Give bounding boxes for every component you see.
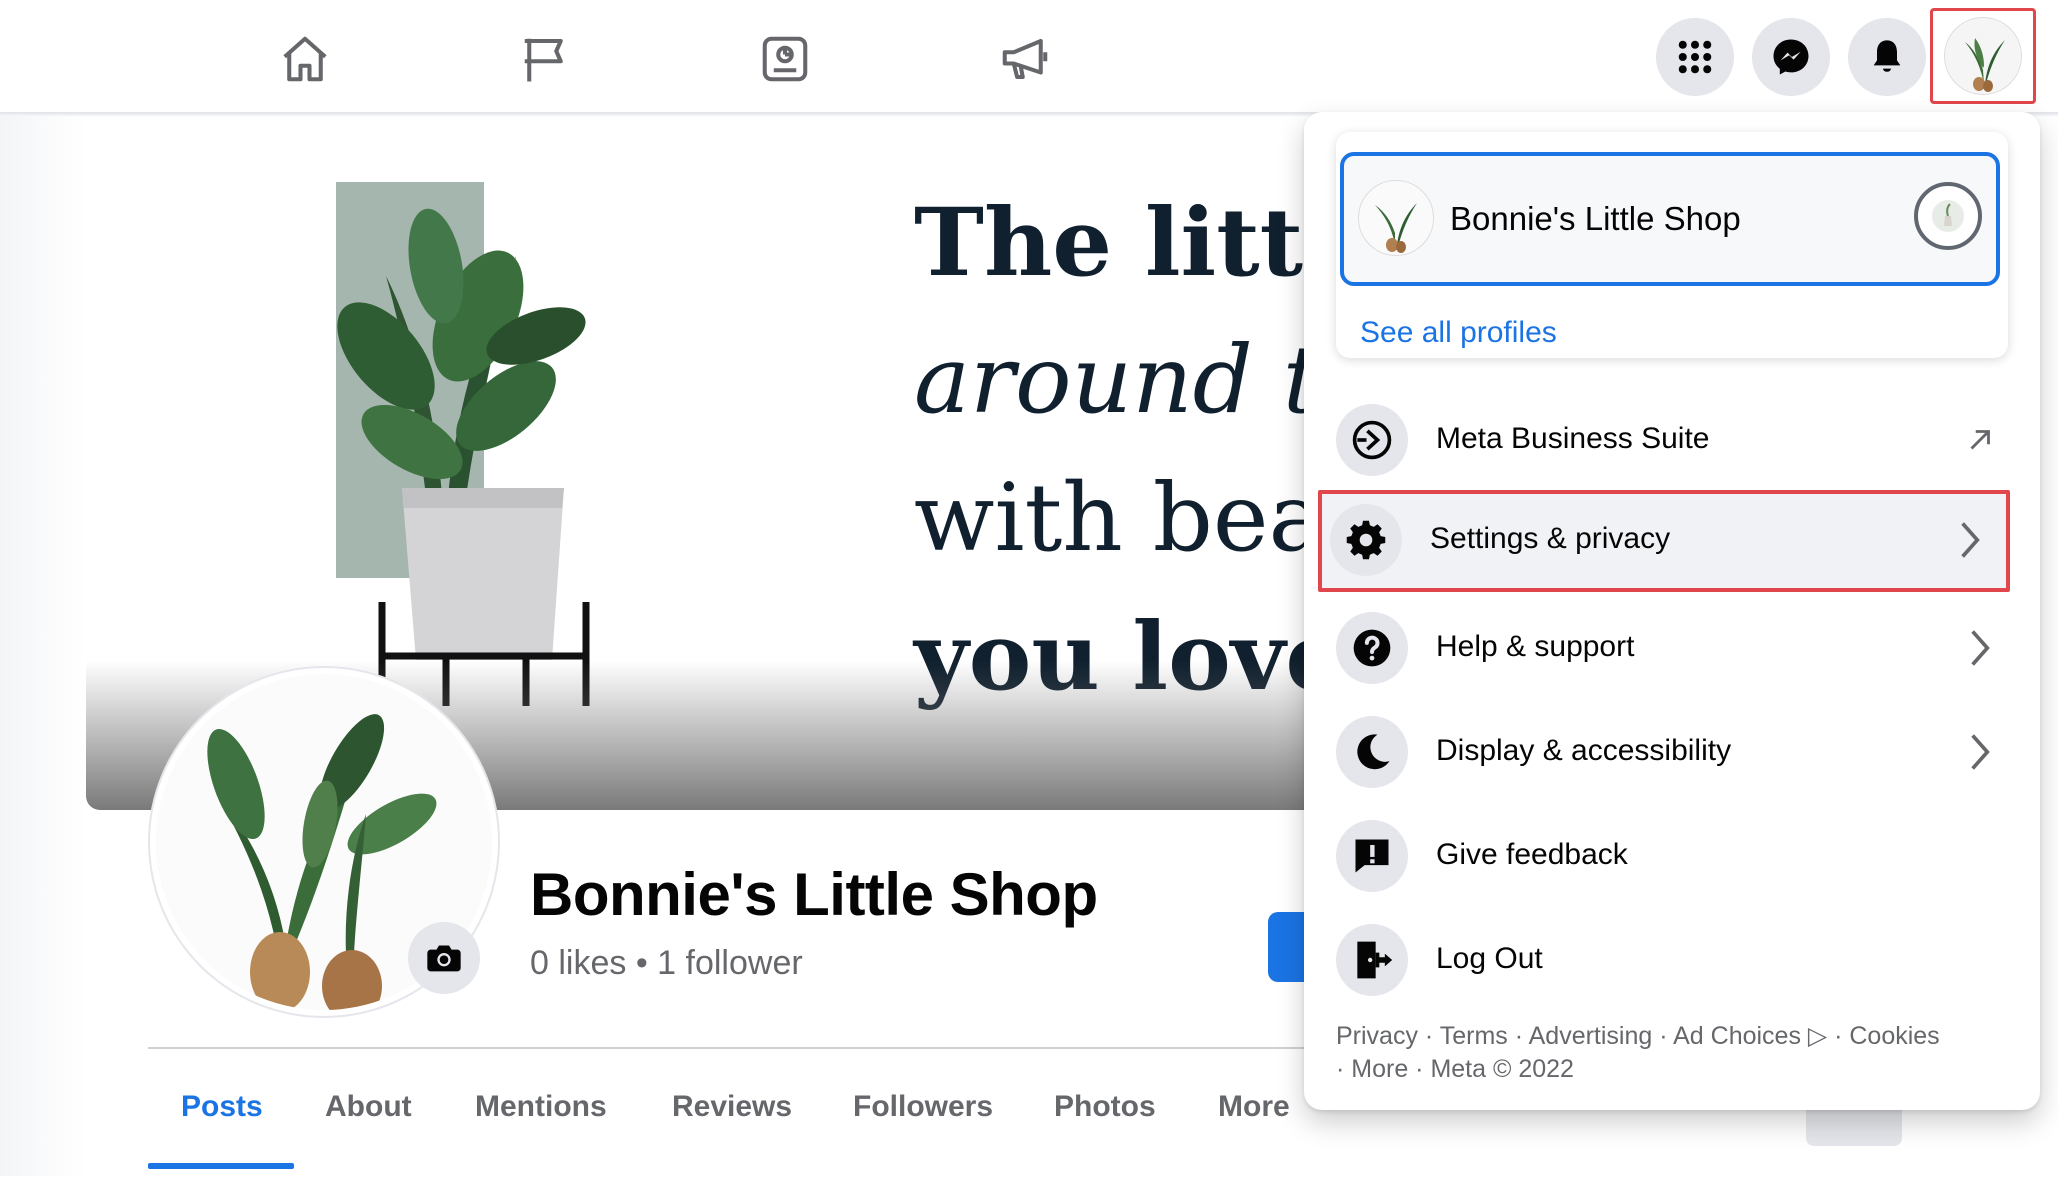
- tab-posts[interactable]: Posts: [181, 1090, 263, 1124]
- menu-item-meta-business-suite[interactable]: Meta Business Suite: [1324, 392, 2020, 488]
- tab-about[interactable]: About: [325, 1090, 412, 1124]
- feedback-icon: [1336, 820, 1408, 892]
- question-icon: [1336, 612, 1408, 684]
- profile-switcher-card: Bonnie's Little Shop See all profiles: [1336, 132, 2008, 358]
- gear-icon: [1330, 504, 1402, 576]
- menu-item-label: Log Out: [1436, 942, 1543, 975]
- home-icon[interactable]: [270, 24, 340, 94]
- menu-grid-icon[interactable]: [1656, 18, 1734, 96]
- switch-profile-icon[interactable]: [1914, 182, 1982, 250]
- logout-icon: [1336, 924, 1408, 996]
- chevron-right-icon: [1958, 726, 2002, 778]
- menu-item-label: Meta Business Suite: [1436, 422, 1710, 455]
- profile-name: Bonnie's Little Shop: [1450, 200, 1741, 237]
- footer-links[interactable]: Privacy · Terms · Advertising · Ad Choic…: [1336, 1020, 2016, 1086]
- footer-links-line-2[interactable]: · More · Meta © 2022: [1336, 1053, 2016, 1086]
- megaphone-icon[interactable]: [990, 24, 1060, 94]
- tab-more[interactable]: More: [1218, 1090, 1290, 1124]
- business-suite-icon: [1336, 404, 1408, 476]
- page-stats: 0 likes • 1 follower: [530, 944, 803, 982]
- current-profile-row[interactable]: Bonnie's Little Shop: [1340, 152, 2000, 286]
- tab-mentions[interactable]: Mentions: [475, 1090, 607, 1124]
- tab-photos[interactable]: Photos: [1054, 1090, 1156, 1124]
- tab-followers[interactable]: Followers: [853, 1090, 993, 1124]
- account-avatar: [1944, 17, 2022, 95]
- menu-item-give-feedback[interactable]: Give feedback: [1324, 808, 2020, 904]
- menu-item-help-support[interactable]: Help & support: [1324, 600, 2020, 696]
- active-tab-indicator: [148, 1163, 294, 1169]
- top-navigation-bar: [0, 0, 2058, 114]
- chevron-right-icon: [1958, 622, 2002, 674]
- page-title: Bonnie's Little Shop: [530, 861, 1098, 928]
- menu-item-label: Help & support: [1436, 630, 1635, 663]
- menu-item-label: Display & accessibility: [1436, 734, 1732, 767]
- footer-links-line-1[interactable]: Privacy · Terms · Advertising · Ad Choic…: [1336, 1020, 2016, 1053]
- flag-icon[interactable]: [510, 24, 580, 94]
- menu-item-settings-privacy[interactable]: Settings & privacy: [1318, 490, 2010, 592]
- see-all-profiles-link[interactable]: See all profiles: [1360, 316, 1557, 350]
- external-arrow-icon: [1958, 414, 2002, 466]
- left-gutter: [0, 116, 86, 1176]
- insights-icon[interactable]: [750, 24, 820, 94]
- bell-icon[interactable]: [1848, 18, 1926, 96]
- chevron-right-icon: [1948, 514, 1992, 566]
- menu-item-log-out[interactable]: Log Out: [1324, 912, 2020, 1008]
- menu-item-label: Settings & privacy: [1430, 522, 1671, 555]
- tab-reviews[interactable]: Reviews: [672, 1090, 792, 1124]
- camera-icon[interactable]: [408, 922, 480, 994]
- account-dropdown-menu: Bonnie's Little Shop See all profiles Me…: [1304, 112, 2040, 1110]
- account-menu-button[interactable]: [1930, 8, 2036, 104]
- messenger-icon[interactable]: [1752, 18, 1830, 96]
- profile-avatar: [1358, 180, 1434, 256]
- menu-item-label: Give feedback: [1436, 838, 1628, 871]
- menu-item-display-accessibility[interactable]: Display & accessibility: [1324, 704, 2020, 800]
- moon-icon: [1336, 716, 1408, 788]
